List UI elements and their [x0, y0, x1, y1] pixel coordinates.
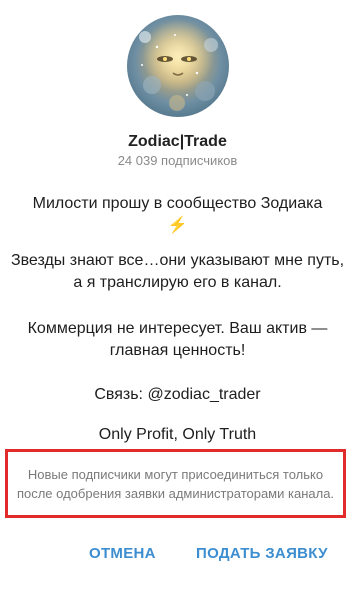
cancel-button[interactable]: ОТМЕНА	[89, 545, 156, 562]
description-intro: Милости прошу в сообщество Зодиака ⚡	[10, 193, 345, 237]
channel-name: Zodiac|Trade	[128, 133, 227, 150]
channel-avatar	[127, 15, 229, 117]
subscriber-count: 24 039 подписчиков	[117, 153, 238, 168]
submit-request-button[interactable]: ПОДАТЬ ЗАЯВКУ	[196, 545, 328, 562]
approval-notice: Новые подписчики могут присоединиться то…	[5, 449, 346, 518]
description-contact: Связь: @zodiac_trader	[94, 386, 261, 403]
description-paragraph-commerce: Коммерция не интересует. Ваш актив — гла…	[27, 320, 328, 359]
description-intro-text: Милости прошу в сообщество Зодиака	[32, 195, 323, 212]
lightning-icon: ⚡	[167, 217, 188, 234]
approval-notice-text: Новые подписчики могут присоединиться то…	[16, 466, 335, 501]
join-request-dialog: Zodiac|Trade 24 039 подписчиков Милости …	[0, 0, 355, 593]
description-motto: Only Profit, Only Truth	[98, 426, 257, 443]
description-paragraph-stars: Звезды знают все…они указывают мне путь,…	[10, 252, 345, 291]
